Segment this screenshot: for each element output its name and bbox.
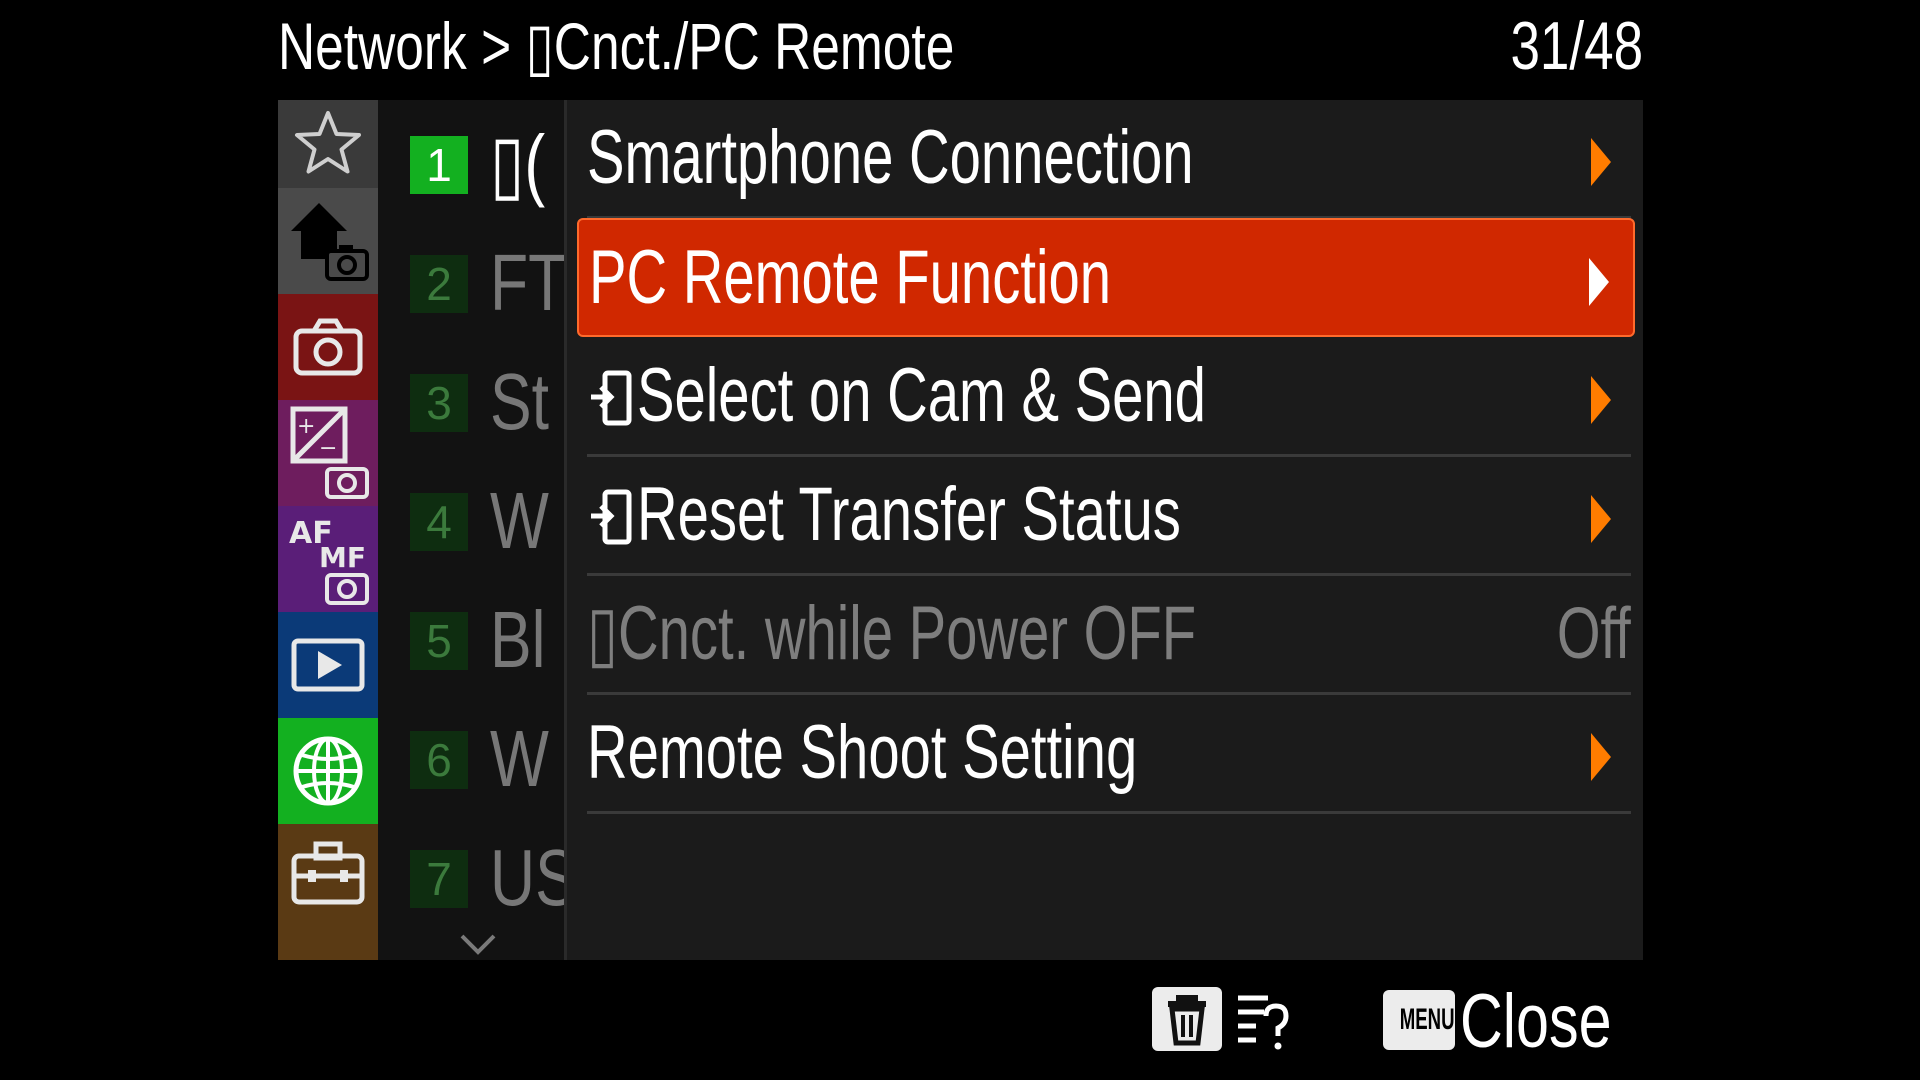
page-item-6[interactable]: 6 W <box>378 695 564 814</box>
svg-text:−: − <box>319 436 337 461</box>
page-item-2[interactable]: 2 FT <box>378 219 564 338</box>
chevron-down-icon[interactable] <box>458 932 498 956</box>
page-item-1[interactable]: 1 ▯( <box>378 100 564 219</box>
category-favorites[interactable] <box>278 100 378 188</box>
page-number: 4 <box>410 493 468 551</box>
menu-item-label: Select on Cam & Send <box>587 338 1406 454</box>
menu-item-pc-remote-function[interactable]: PC Remote Function <box>577 218 1635 337</box>
page-number: 6 <box>410 731 468 789</box>
menu-key-icon: MENU <box>1383 990 1455 1050</box>
category-focus[interactable]: AF MF <box>278 506 378 612</box>
page-indicator: 31/48 <box>1510 8 1643 84</box>
camera-icon <box>293 318 363 376</box>
playback-icon <box>291 638 365 692</box>
page-title: FT <box>490 238 564 327</box>
page-number: 3 <box>410 374 468 432</box>
menu-item-smartphone-connection[interactable]: Smartphone Connection <box>577 100 1635 219</box>
submenu-arrow-icon <box>1591 495 1611 543</box>
page-number: 1 <box>410 136 468 194</box>
close-button[interactable]: Close <box>1460 980 1654 1064</box>
page-title: US <box>490 833 564 922</box>
footer-bar: MENU Close <box>0 980 1920 1080</box>
category-network[interactable] <box>278 718 378 824</box>
menu-item-label: Smartphone Connection <box>587 115 1194 200</box>
trash-icon <box>1168 995 1206 1046</box>
page-title: W <box>490 476 549 565</box>
help-list-icon[interactable] <box>1234 986 1294 1052</box>
page-list: 1 ▯( 2 FT 3 St 4 W 5 Bl 6 W 7 US <box>378 100 564 960</box>
category-main[interactable] <box>278 188 378 294</box>
page-title: St <box>490 357 549 446</box>
svg-text:+: + <box>297 414 315 439</box>
menu-item-label: Reset Transfer Status <box>587 457 1372 573</box>
menu-item-label: PC Remote Function <box>589 235 1112 320</box>
category-setup[interactable] <box>278 824 378 960</box>
menu-item-connect-while-power-off[interactable]: ▯Cnct. while Power OFF Off <box>577 576 1635 695</box>
breadcrumb: Network > ▯Cnct./PC Remote <box>278 9 955 83</box>
menu-item-list: Smartphone Connection PC Remote Function… <box>564 100 1646 960</box>
menu-item-label: Remote Shoot Setting <box>587 710 1138 795</box>
header: Network > ▯Cnct./PC Remote 31/48 <box>278 0 1643 96</box>
home-camera-icon <box>291 203 369 281</box>
page-item-5[interactable]: 5 Bl <box>378 576 564 695</box>
submenu-arrow-icon <box>1591 376 1611 424</box>
page-number: 7 <box>410 850 468 908</box>
menu-item-remote-shoot-setting[interactable]: Remote Shoot Setting <box>577 695 1635 814</box>
svg-text:MF: MF <box>319 541 366 574</box>
category-shooting[interactable] <box>278 294 378 400</box>
globe-icon <box>293 736 363 806</box>
page-number: 2 <box>410 255 468 313</box>
category-sidebar: + − AF MF <box>278 100 378 960</box>
transfer-icon <box>591 489 632 545</box>
page-title: Bl <box>490 595 546 684</box>
page-item-3[interactable]: 3 St <box>378 338 564 457</box>
menu-item-select-on-cam-send[interactable]: Select on Cam & Send <box>577 338 1635 457</box>
page-title: ▯( <box>490 119 546 208</box>
menu-item-value: Off <box>1557 594 1631 674</box>
af-mf-camera-icon: AF MF <box>289 516 369 605</box>
page-item-7[interactable]: 7 US <box>378 814 564 933</box>
menu-panel: + − AF MF 1 ▯(2 FT 3 St 4 W 5 Bl 6 W 7 … <box>278 100 1643 960</box>
delete-button[interactable] <box>1152 987 1222 1051</box>
submenu-arrow-icon <box>1591 733 1611 781</box>
menu-item-label: ▯Cnct. while Power OFF <box>587 591 1197 676</box>
transfer-icon <box>591 370 632 426</box>
submenu-arrow-icon <box>1591 138 1611 186</box>
category-playback[interactable] <box>278 612 378 718</box>
star-icon <box>295 111 361 174</box>
toolbox-icon <box>291 841 365 905</box>
menu-item-reset-transfer-status[interactable]: Reset Transfer Status <box>577 457 1635 576</box>
submenu-arrow-icon <box>1589 258 1609 306</box>
page-title: W <box>490 714 549 803</box>
category-exposure[interactable]: + − <box>278 400 378 506</box>
page-number: 5 <box>410 612 468 670</box>
divider <box>587 811 1631 814</box>
exposure-camera-icon: + − <box>290 406 369 499</box>
page-item-4[interactable]: 4 W <box>378 457 564 576</box>
